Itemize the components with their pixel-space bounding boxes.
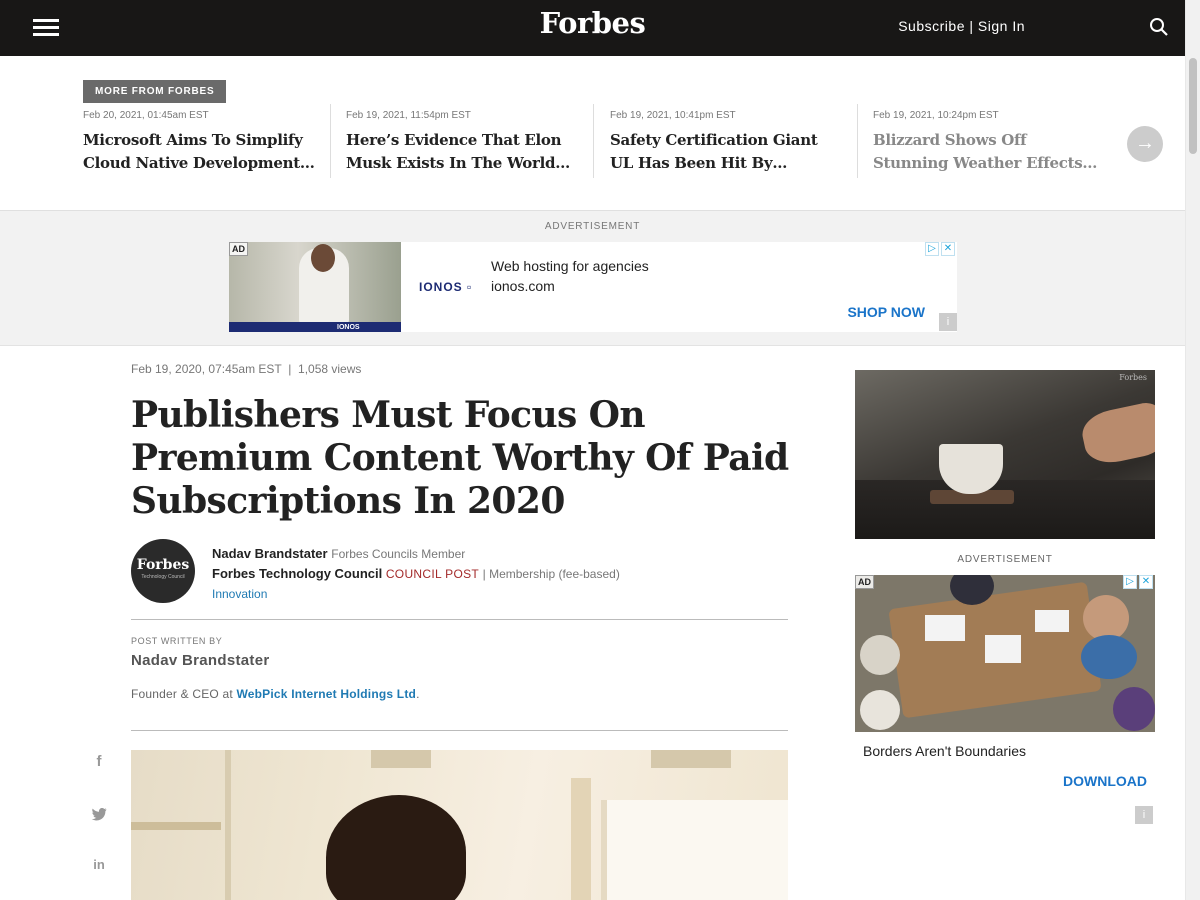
divider bbox=[131, 730, 788, 731]
divider bbox=[857, 104, 858, 178]
view-count: 1,058 views bbox=[298, 362, 362, 376]
rail-watermark: Forbes bbox=[1119, 373, 1147, 382]
bio-prefix: Founder & CEO at bbox=[131, 687, 233, 701]
story-title[interactable]: Safety Certification Giant UL Has Been H… bbox=[610, 129, 842, 175]
rail-ad-image[interactable] bbox=[855, 575, 1155, 732]
hero-beam bbox=[651, 750, 731, 768]
sign-in-link[interactable]: Sign In bbox=[978, 18, 1025, 34]
divider bbox=[593, 104, 594, 178]
story-date: Feb 19, 2021, 10:24pm EST bbox=[873, 110, 999, 121]
avatar-sub-text: Technology Council bbox=[141, 574, 185, 580]
membership-note: | Membership (fee-based) bbox=[482, 567, 620, 581]
ad-chip: AD bbox=[855, 575, 874, 589]
ad-paper bbox=[985, 635, 1021, 663]
avatar[interactable]: Forbes Technology Council bbox=[131, 539, 195, 603]
ad-headline[interactable]: Web hosting for agencies bbox=[491, 258, 649, 274]
council-name[interactable]: Forbes Technology Council bbox=[212, 566, 382, 581]
post-written-by-label: POST WRITTEN BY bbox=[131, 636, 223, 646]
page-scrollbar[interactable] bbox=[1185, 0, 1200, 900]
search-icon[interactable] bbox=[1149, 17, 1169, 37]
hero-window bbox=[601, 800, 788, 900]
facebook-icon[interactable]: f bbox=[90, 753, 108, 771]
ad-image-bar bbox=[229, 322, 401, 332]
arrow-right-icon[interactable]: → bbox=[1127, 126, 1163, 162]
close-icon[interactable]: ✕ bbox=[941, 242, 955, 256]
ad-person bbox=[1113, 687, 1155, 731]
hero-shelf bbox=[131, 822, 221, 830]
writer-name: Nadav Brandstater bbox=[131, 652, 270, 669]
ad-paper bbox=[1035, 610, 1069, 632]
article-headline: Publishers Must Focus On Premium Content… bbox=[131, 394, 789, 522]
strip-story[interactable]: Feb 19, 2021, 11:54pm EST Here’s Evidenc… bbox=[346, 104, 578, 178]
top-nav-bar: Forbes Subscribe | Sign In bbox=[0, 0, 1185, 56]
bio-suffix: . bbox=[416, 687, 420, 701]
advertisement-label: ADVERTISEMENT bbox=[957, 554, 1053, 565]
company-link[interactable]: WebPick Internet Holdings Ltd bbox=[236, 687, 416, 701]
rail-table bbox=[855, 480, 1155, 539]
rail-ad[interactable]: AD ▷ ✕ Borders Aren't Boundaries DOWNLOA… bbox=[855, 575, 1155, 825]
more-from-forbes-strip: MORE FROM FORBES Feb 20, 2021, 01:45am E… bbox=[0, 56, 1185, 211]
rail-hand bbox=[1078, 400, 1155, 468]
ad-person bbox=[1081, 635, 1137, 679]
brand-name: IONOS bbox=[419, 280, 463, 294]
divider bbox=[131, 619, 788, 620]
close-icon[interactable]: ✕ bbox=[1139, 575, 1153, 589]
scrollbar-thumb[interactable] bbox=[1189, 58, 1197, 154]
ad-image[interactable]: IONOS bbox=[229, 242, 401, 332]
strip-story[interactable]: Feb 20, 2021, 01:45am EST Microsoft Aims… bbox=[83, 104, 315, 178]
story-title[interactable]: Here’s Evidence That Elon Musk Exists In… bbox=[346, 129, 578, 175]
hero-beam bbox=[371, 750, 431, 768]
story-date: Feb 20, 2021, 01:45am EST bbox=[83, 110, 209, 121]
topic-link[interactable]: Innovation bbox=[212, 587, 267, 601]
hero-person bbox=[326, 795, 466, 900]
advertisement-label: ADVERTISEMENT bbox=[544, 221, 641, 232]
ad-person-head bbox=[311, 244, 335, 272]
article-meta: Feb 19, 2020, 07:45am EST | 1,058 views bbox=[131, 362, 361, 376]
ionos-logo[interactable]: IONOS ▫ bbox=[419, 280, 472, 294]
more-from-forbes-label: MORE FROM FORBES bbox=[83, 80, 227, 103]
strip-story[interactable]: Feb 19, 2021, 10:24pm EST Blizzard Shows… bbox=[873, 104, 1105, 178]
author-name[interactable]: Nadav Brandstater bbox=[212, 546, 328, 561]
story-date: Feb 19, 2021, 10:41pm EST bbox=[610, 110, 736, 121]
adchoices-icon[interactable]: ▷ bbox=[1123, 575, 1137, 589]
story-title[interactable]: Microsoft Aims To Simplify Cloud Native … bbox=[83, 129, 315, 175]
auth-separator: | bbox=[969, 18, 974, 34]
ad-image-caption: IONOS bbox=[337, 324, 360, 331]
ad-band: ADVERTISEMENT IONOS AD IONOS ▫ Web hosti… bbox=[0, 211, 1185, 346]
publish-date: Feb 19, 2020, 07:45am EST bbox=[131, 362, 282, 376]
writer-bio: Founder & CEO at WebPick Internet Holdin… bbox=[131, 687, 420, 701]
rail-image[interactable]: Forbes bbox=[855, 370, 1155, 539]
ad-person bbox=[860, 635, 900, 675]
ad-url[interactable]: ionos.com bbox=[491, 278, 555, 294]
strip-story[interactable]: Feb 19, 2021, 10:41pm EST Safety Certifi… bbox=[610, 104, 842, 178]
ad-chip: AD bbox=[229, 242, 248, 256]
ad-paper bbox=[925, 615, 965, 641]
info-icon[interactable]: i bbox=[939, 313, 957, 331]
hero-curtain bbox=[571, 778, 591, 900]
subscribe-link[interactable]: Subscribe bbox=[898, 18, 965, 34]
story-date: Feb 19, 2021, 11:54pm EST bbox=[346, 110, 471, 121]
brand-mark: ▫ bbox=[467, 280, 473, 294]
twitter-icon[interactable] bbox=[90, 805, 108, 823]
linkedin-icon[interactable]: in bbox=[90, 857, 108, 875]
hamburger-menu-icon[interactable] bbox=[33, 19, 59, 37]
story-title[interactable]: Blizzard Shows Off Stunning Weather Effe… bbox=[873, 129, 1105, 175]
ad-person bbox=[860, 690, 900, 730]
download-button[interactable]: DOWNLOAD bbox=[1063, 773, 1147, 789]
leaderboard-ad[interactable]: IONOS AD IONOS ▫ Web hosting for agencie… bbox=[229, 242, 957, 332]
adchoices-icon[interactable]: ▷ bbox=[925, 242, 939, 256]
meta-separator: | bbox=[288, 362, 292, 376]
article-hero-image bbox=[131, 750, 788, 900]
author-role: Forbes Councils Member bbox=[331, 547, 466, 561]
council-post-badge: COUNCIL POST bbox=[385, 567, 480, 581]
divider bbox=[330, 104, 331, 178]
rail-ad-title[interactable]: Borders Aren't Boundaries bbox=[863, 743, 1026, 759]
shop-now-button[interactable]: SHOP NOW bbox=[847, 304, 925, 320]
avatar-logo-text: Forbes bbox=[136, 557, 190, 573]
author-block: Nadav Brandstater Forbes Councils Member… bbox=[212, 544, 620, 604]
info-icon[interactable]: i bbox=[1135, 806, 1153, 824]
auth-links: Subscribe | Sign In bbox=[898, 18, 1025, 34]
